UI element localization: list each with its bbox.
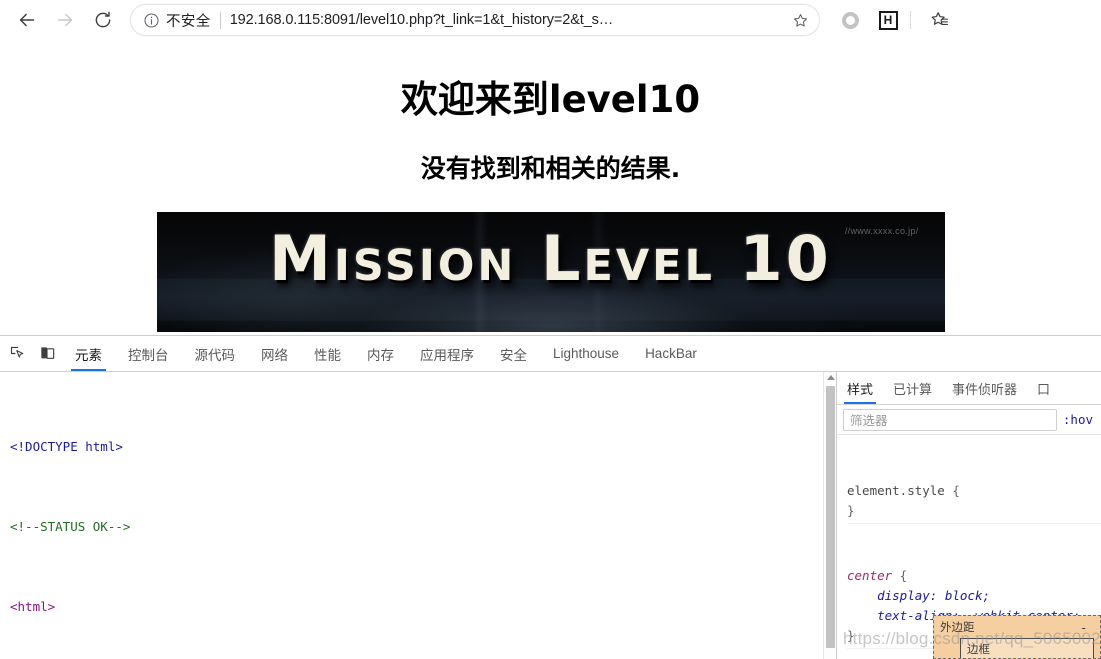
forward-button[interactable] bbox=[48, 3, 82, 37]
toolbar-divider bbox=[910, 11, 911, 29]
tab-security-label: 安全 bbox=[500, 347, 527, 364]
tab-memory-label: 内存 bbox=[367, 347, 394, 364]
tab-lighthouse-label: Lighthouse bbox=[553, 346, 620, 361]
box-model-diagram[interactable]: 外边距 - 边框 bbox=[933, 615, 1101, 659]
box-model-border-box[interactable]: 边框 bbox=[960, 638, 1094, 658]
tab-application-label: 应用程序 bbox=[420, 347, 474, 364]
banner-watermark: //www.xxxx.co.jp/ bbox=[844, 226, 919, 236]
tab-network-label: 网络 bbox=[261, 347, 288, 364]
devtools-body: <!DOCTYPE html> <!--STATUS OK--> <html> … bbox=[0, 372, 1101, 659]
hackbar-letter: H bbox=[878, 10, 898, 30]
arrow-right-icon bbox=[54, 9, 76, 31]
tab-lighthouse[interactable]: Lighthouse bbox=[540, 336, 632, 371]
url-text[interactable]: 192.168.0.115:8091/level10.php?t_link=1&… bbox=[230, 12, 787, 28]
tab-event-listeners-label: 事件侦听器 bbox=[952, 382, 1018, 398]
tab-network[interactable]: 网络 bbox=[248, 336, 301, 371]
tab-console-label: 控制台 bbox=[128, 347, 169, 364]
dom-row[interactable]: <!--STATUS OK--> bbox=[0, 517, 836, 537]
dom-row[interactable]: <!DOCTYPE html> bbox=[0, 437, 836, 457]
tab-elements-label: 元素 bbox=[75, 347, 102, 364]
collections-star-icon[interactable] bbox=[923, 4, 955, 36]
scrollbar-thumb[interactable] bbox=[826, 386, 835, 648]
style-rule-element-style[interactable]: element.style { } bbox=[847, 481, 1101, 524]
rule-value[interactable]: block bbox=[945, 588, 983, 603]
tab-hackbar-label: HackBar bbox=[645, 346, 697, 361]
rule-prop[interactable]: display bbox=[877, 588, 930, 603]
tab-performance-label: 性能 bbox=[314, 347, 341, 364]
security-status-label: 不安全 bbox=[166, 13, 211, 30]
tab-event-listeners[interactable]: 事件侦听器 bbox=[942, 372, 1027, 404]
dom-tree-pane[interactable]: <!DOCTYPE html> <!--STATUS OK--> <html> … bbox=[0, 372, 836, 659]
back-button[interactable] bbox=[10, 3, 44, 37]
rule-selector: element.style bbox=[847, 483, 945, 498]
dom-tree-scrollbar[interactable] bbox=[823, 372, 836, 659]
devtools-tabbar: 元素 控制台 源代码 网络 性能 内存 应用程序 安全 Lighthouse H… bbox=[0, 336, 1101, 372]
browser-toolbar: 不安全 192.168.0.115:8091/level10.php?t_lin… bbox=[0, 0, 1101, 41]
reload-button[interactable] bbox=[86, 3, 120, 37]
scroll-up-arrow-icon[interactable] bbox=[827, 375, 835, 380]
dom-tree-code: <!DOCTYPE html> <!--STATUS OK--> <html> … bbox=[0, 372, 836, 659]
styles-tabbar: 样式 已计算 事件侦听器 口 bbox=[837, 372, 1101, 405]
tab-memory[interactable]: 内存 bbox=[354, 336, 407, 371]
tab-dom-breakpoints[interactable]: 口 bbox=[1027, 372, 1060, 404]
devtools-panel: 元素 控制台 源代码 网络 性能 内存 应用程序 安全 Lighthouse H… bbox=[0, 335, 1101, 659]
styles-filter-input[interactable]: 筛选器 bbox=[843, 408, 1057, 431]
page-content-area: 欢迎来到level10 没有找到和相关的结果. Mission Level 10… bbox=[0, 41, 1101, 335]
tab-styles-label: 样式 bbox=[847, 382, 874, 398]
tab-security[interactable]: 安全 bbox=[487, 336, 540, 371]
ring-glyph bbox=[841, 11, 859, 29]
dom-row[interactable]: <html> bbox=[0, 597, 836, 617]
dom-doctype: <!DOCTYPE html> bbox=[10, 439, 123, 454]
box-model-margin-value: - bbox=[1081, 621, 1086, 635]
tab-sources[interactable]: 源代码 bbox=[182, 336, 249, 371]
tab-dom-breakpoints-label: 口 bbox=[1037, 382, 1051, 398]
tab-styles[interactable]: 样式 bbox=[837, 372, 883, 404]
page-subtitle-h2: 没有找到和相关的结果. bbox=[420, 154, 681, 183]
dom-status-comment: <!--STATUS OK--> bbox=[10, 519, 131, 534]
banner-text: Mission Level 10 bbox=[157, 216, 945, 302]
banner-word-level: Level bbox=[541, 222, 715, 295]
rule-selector: center bbox=[847, 568, 893, 583]
styles-filter-row: 筛选器 :hov bbox=[837, 405, 1101, 435]
hackbar-extension-icon[interactable]: H bbox=[872, 4, 904, 36]
tab-computed-label: 已计算 bbox=[893, 382, 933, 398]
arrow-left-icon bbox=[16, 9, 38, 31]
banner-container: Mission Level 10 //www.xxxx.co.jp/ bbox=[0, 212, 1101, 335]
address-bar[interactable]: 不安全 192.168.0.115:8091/level10.php?t_lin… bbox=[130, 4, 820, 36]
star-icon[interactable] bbox=[787, 7, 813, 33]
hover-state-button[interactable]: :hov bbox=[1063, 412, 1095, 427]
tab-hackbar[interactable]: HackBar bbox=[632, 336, 710, 371]
reload-icon bbox=[93, 10, 113, 30]
tab-sources-label: 源代码 bbox=[194, 347, 236, 364]
mission-level-banner-image: Mission Level 10 //www.xxxx.co.jp/ bbox=[156, 212, 945, 332]
box-model-border-label: 边框 bbox=[967, 642, 990, 656]
device-toolbar-icon[interactable] bbox=[32, 336, 62, 371]
page-title-h1: 欢迎来到level10 bbox=[400, 78, 701, 121]
dom-html-open: <html> bbox=[10, 599, 56, 614]
tab-computed[interactable]: 已计算 bbox=[883, 372, 942, 404]
tab-application[interactable]: 应用程序 bbox=[407, 336, 487, 371]
tab-performance[interactable]: 性能 bbox=[301, 336, 354, 371]
browser-window: 不安全 192.168.0.115:8091/level10.php?t_lin… bbox=[0, 0, 1101, 659]
styles-filter-placeholder: 筛选器 bbox=[850, 413, 888, 428]
box-model-margin-label: 外边距 bbox=[940, 620, 975, 634]
info-circle-icon[interactable] bbox=[143, 12, 160, 29]
tab-console[interactable]: 控制台 bbox=[115, 336, 182, 371]
omnibox-divider bbox=[219, 11, 221, 29]
inspect-element-icon[interactable] bbox=[2, 336, 32, 371]
tab-elements[interactable]: 元素 bbox=[62, 336, 115, 371]
ring-extension-icon[interactable] bbox=[834, 4, 866, 36]
styles-pane: 样式 已计算 事件侦听器 口 筛选器 :hov element.style {… bbox=[836, 372, 1101, 659]
banner-word-mission: Mission bbox=[269, 222, 517, 295]
banner-word-number: 10 bbox=[739, 222, 832, 295]
